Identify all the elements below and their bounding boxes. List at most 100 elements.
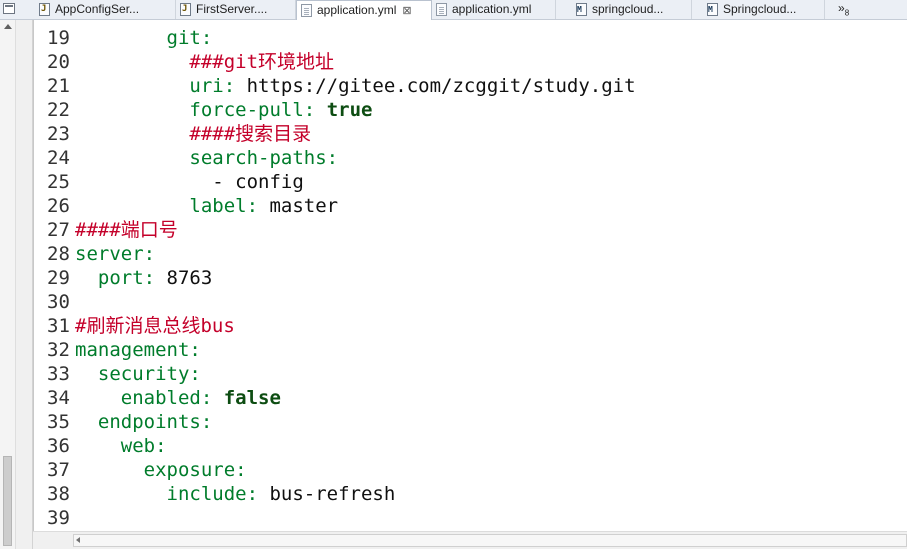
chevron-double-right-icon: » bbox=[838, 1, 845, 15]
line-number: 32 bbox=[47, 339, 70, 361]
scroll-left-icon[interactable] bbox=[76, 537, 80, 543]
code-line[interactable]: 19 git: bbox=[34, 26, 907, 50]
code-token: false bbox=[223, 387, 281, 409]
markdown-file-icon: M bbox=[707, 3, 718, 16]
code-editor[interactable]: 19 git: 20 ###git环境地址 21 uri: https://gite… bbox=[33, 20, 907, 531]
line-number: 28 bbox=[47, 243, 70, 265]
code-line[interactable]: 37 exposure: bbox=[34, 458, 907, 482]
code-text: uri: https://gitee.com/zcggit/study.git bbox=[75, 74, 636, 98]
code-line[interactable]: 26 label: master bbox=[34, 194, 907, 218]
code-text: git: bbox=[75, 26, 213, 50]
line-number: 35 bbox=[47, 411, 70, 433]
code-line[interactable]: 30 bbox=[34, 290, 907, 314]
code-text: ####端口号 bbox=[75, 218, 178, 242]
code-text: ####搜索目录 bbox=[75, 122, 311, 146]
code-token: enabled: bbox=[120, 387, 213, 409]
code-token: include: bbox=[166, 483, 259, 505]
line-number: 19 bbox=[47, 27, 70, 49]
code-line[interactable]: 23 ####搜索目录 bbox=[34, 122, 907, 146]
minimize-icon[interactable] bbox=[3, 3, 15, 14]
code-token: https://gitee.com/zcggit/study.git bbox=[235, 75, 636, 97]
code-token: #### bbox=[75, 219, 121, 241]
tab-application-yml-active[interactable]: application.yml ⊠ bbox=[296, 0, 432, 21]
code-token: management: bbox=[75, 339, 201, 361]
code-line[interactable]: 20 ###git环境地址 bbox=[34, 50, 907, 74]
code-token: label: bbox=[189, 195, 259, 217]
vertical-scrollbar[interactable] bbox=[0, 20, 16, 549]
code-token: endpoints: bbox=[97, 411, 213, 433]
code-line[interactable]: 35 endpoints: bbox=[34, 410, 907, 434]
tab-label: AppConfigSer... bbox=[55, 2, 140, 16]
code-text: - config bbox=[75, 170, 304, 194]
code-text: include: bus-refresh bbox=[75, 482, 396, 506]
tab-label: springcloud... bbox=[592, 2, 664, 16]
code-text: label: master bbox=[75, 194, 338, 218]
hidden-tab-count: 8 bbox=[844, 8, 850, 18]
code-line[interactable]: 36 web: bbox=[34, 434, 907, 458]
tab-appconfigserver[interactable]: J AppConfigSer... bbox=[35, 0, 176, 19]
line-number: 31 bbox=[47, 315, 70, 337]
code-line[interactable]: 25 - config bbox=[34, 170, 907, 194]
code-line[interactable]: 39 bbox=[34, 506, 907, 530]
close-tab-icon[interactable]: ⊠ bbox=[402, 2, 411, 20]
tab-overflow-button[interactable]: »8 bbox=[838, 0, 849, 21]
code-line[interactable]: 33 security: bbox=[34, 362, 907, 386]
code-line[interactable]: 34 enabled: false bbox=[34, 386, 907, 410]
line-number: 29 bbox=[47, 267, 70, 289]
code-line[interactable]: 21 uri: https://gitee.com/zcggit/study.g… bbox=[34, 74, 907, 98]
code-token: exposure: bbox=[143, 459, 247, 481]
code-token: search-paths: bbox=[189, 147, 339, 169]
java-file-icon: J bbox=[39, 3, 50, 16]
code-token: bus-refresh bbox=[258, 483, 396, 505]
line-number: 22 bbox=[47, 99, 70, 121]
code-line[interactable]: 32 management: bbox=[34, 338, 907, 362]
code-token: git: bbox=[166, 27, 213, 49]
editor-tab-bar: J AppConfigSer... J FirstServer.... applic… bbox=[0, 0, 907, 21]
line-number: 23 bbox=[47, 123, 70, 145]
line-number: 24 bbox=[47, 147, 70, 169]
code-line[interactable]: 38 include: bus-refresh bbox=[34, 482, 907, 506]
scrollbar-thumb[interactable] bbox=[3, 456, 12, 546]
line-number: 21 bbox=[47, 75, 70, 97]
yml-file-icon bbox=[301, 4, 312, 17]
scroll-up-icon[interactable] bbox=[4, 24, 12, 29]
code-text: ###git环境地址 bbox=[75, 50, 334, 74]
code-line[interactable]: 27 ####端口号 bbox=[34, 218, 907, 242]
code-token: bus bbox=[200, 315, 235, 337]
tab-springcloud-2[interactable]: M Springcloud... bbox=[703, 0, 825, 19]
horizontal-scrollbar[interactable] bbox=[33, 531, 907, 549]
tab-application-yml[interactable]: application.yml bbox=[432, 0, 556, 19]
tab-label: application.yml bbox=[317, 3, 397, 17]
tab-firstserver[interactable]: J FirstServer.... bbox=[176, 0, 296, 19]
code-text: port: 8763 bbox=[75, 266, 212, 290]
code-text: search-paths: bbox=[75, 146, 338, 170]
code-line[interactable]: 29 port: 8763 bbox=[34, 266, 907, 290]
code-line[interactable]: 31 #刷新消息总线bus bbox=[34, 314, 907, 338]
line-number: 20 bbox=[47, 51, 70, 73]
code-text: web: bbox=[75, 434, 167, 458]
code-line[interactable]: 22 force-pull: true bbox=[34, 98, 907, 122]
line-number: 33 bbox=[47, 363, 70, 385]
line-number: 27 bbox=[47, 219, 70, 241]
code-line[interactable]: 28 server: bbox=[34, 242, 907, 266]
code-token: 搜索目录 bbox=[235, 123, 312, 145]
scrollbar-track[interactable] bbox=[73, 534, 907, 547]
tab-springcloud[interactable]: Mspringcloud... bbox=[572, 0, 692, 19]
code-token: true bbox=[326, 99, 373, 121]
line-number: 37 bbox=[47, 459, 70, 481]
code-text: server: bbox=[75, 242, 155, 266]
code-token: # bbox=[75, 315, 87, 337]
code-token: port: bbox=[97, 267, 156, 289]
code-line[interactable]: 24 search-paths: bbox=[34, 146, 907, 170]
tab-label: FirstServer.... bbox=[196, 2, 268, 16]
code-token: web: bbox=[120, 435, 167, 457]
line-number: 26 bbox=[47, 195, 70, 217]
